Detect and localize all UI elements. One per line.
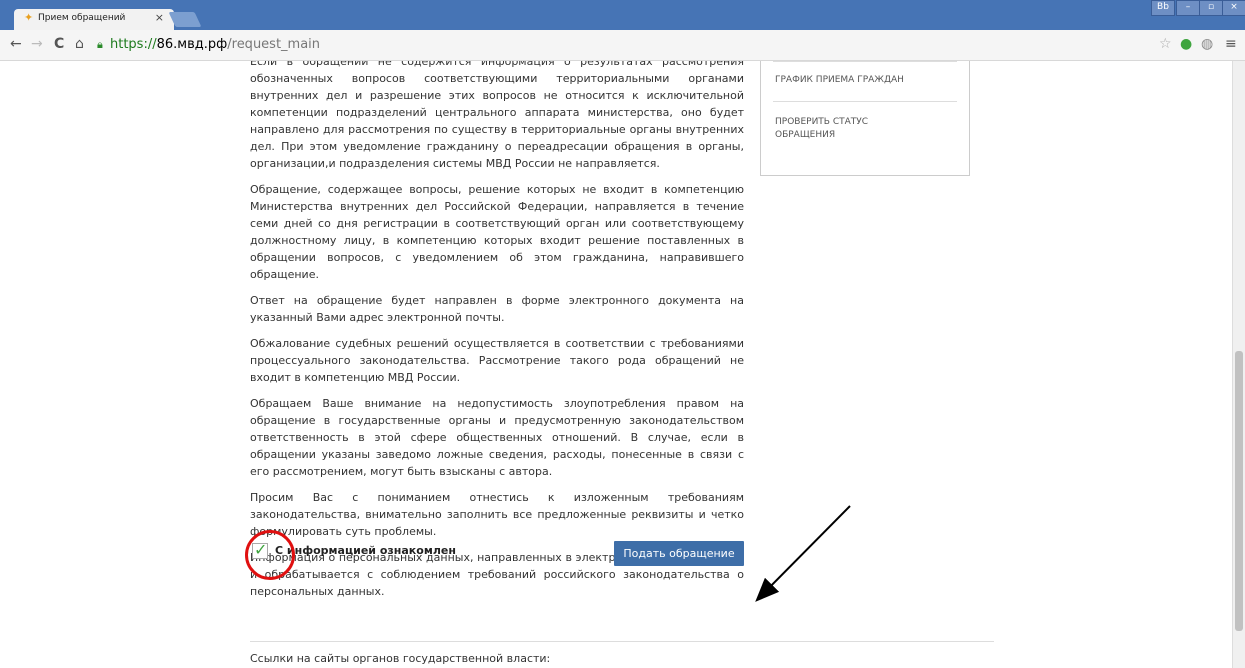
scrollbar-thumb[interactable]: [1235, 351, 1243, 631]
vertical-scrollbar[interactable]: [1232, 61, 1245, 668]
annotation-arrow-icon: [755, 505, 851, 602]
